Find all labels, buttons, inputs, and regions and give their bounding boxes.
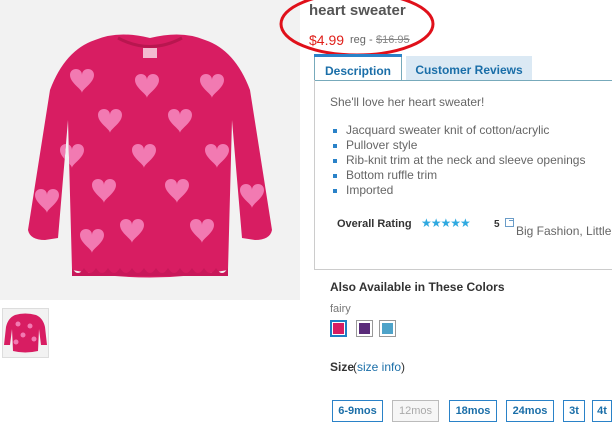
tab-description[interactable]: Description [314, 54, 402, 80]
section-divider [314, 269, 612, 270]
feature-item: Pullover style [330, 138, 585, 153]
feature-item: Bottom ruffle trim [330, 168, 585, 183]
feature-item: Imported [330, 183, 585, 198]
size-option-6-9mos[interactable]: 6-9mos [332, 400, 383, 422]
size-option-24mos[interactable]: 24mos [506, 400, 554, 422]
external-link-icon[interactable] [505, 218, 514, 227]
colors-heading: Also Available in These Colors [330, 280, 505, 294]
feature-item: Jacquard sweater knit of cotton/acrylic [330, 123, 585, 138]
feature-item: Rib-knit trim at the neck and sleeve ope… [330, 153, 585, 168]
rating-stars-icon: ★★★★★ [421, 216, 471, 230]
size-option-12mos: 12mos [392, 400, 439, 422]
product-image[interactable] [0, 0, 300, 300]
content-border [314, 80, 315, 270]
size-label: Size [330, 360, 355, 374]
annotation-circle [279, 0, 435, 57]
color-swatch-blue[interactable] [379, 320, 396, 337]
size-option-3t[interactable]: 3t [563, 400, 585, 422]
tab-divider [314, 80, 612, 81]
swatch-fill [382, 323, 393, 334]
feature-list: Jacquard sweater knit of cotton/acrylic … [330, 123, 585, 198]
overall-rating-label: Overall Rating [337, 218, 412, 230]
product-thumbnail[interactable] [2, 308, 49, 358]
description-tagline: She'll love her heart sweater! [330, 95, 485, 109]
size-option-4t[interactable]: 4t [592, 400, 612, 422]
color-swatch-purple[interactable] [356, 320, 373, 337]
review-author: Big Fashion, Little [516, 224, 612, 238]
swatch-fill [359, 323, 370, 334]
size-info-wrapper: (size info) [353, 360, 405, 374]
paren-close: ) [401, 360, 406, 374]
tab-customer-reviews[interactable]: Customer Reviews [406, 56, 532, 80]
color-swatch-fairy[interactable] [330, 320, 347, 337]
swatch-fill [333, 323, 344, 334]
rating-value: 5 [494, 219, 500, 230]
size-option-18mos[interactable]: 18mos [449, 400, 497, 422]
size-info-link[interactable]: size info [357, 360, 401, 374]
selected-color-name: fairy [330, 303, 351, 315]
